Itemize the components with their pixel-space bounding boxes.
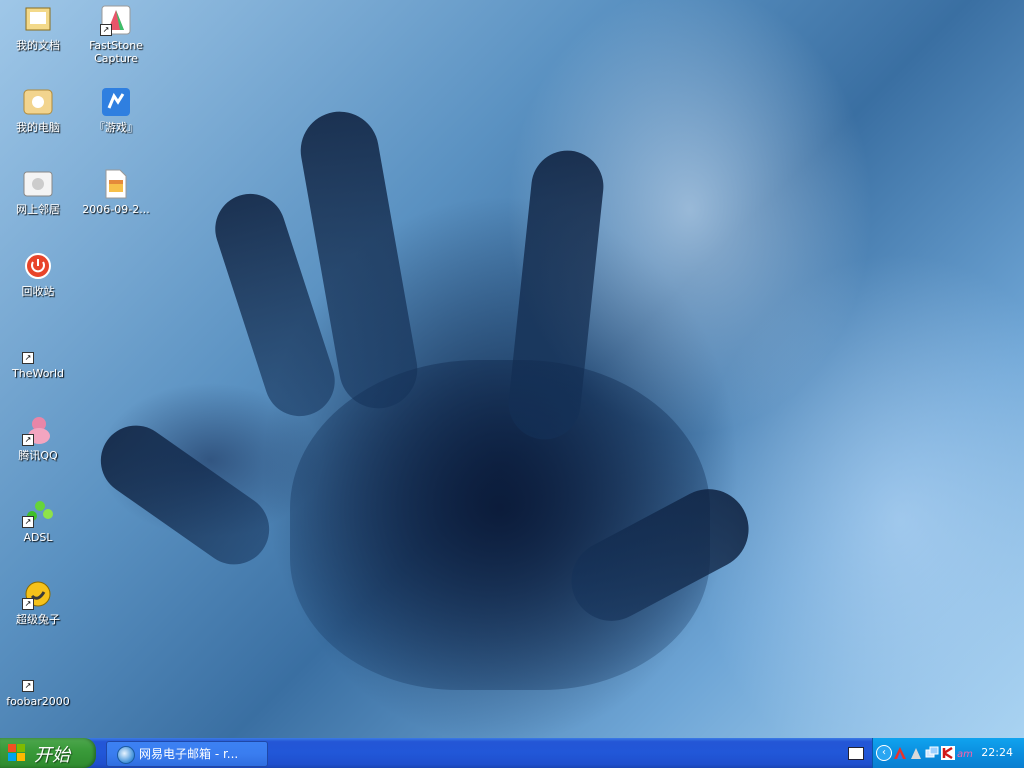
desktop-icon-label: TheWorld bbox=[12, 367, 64, 380]
taskbar-window-title: 网易电子邮箱 - r... bbox=[139, 747, 239, 761]
desktop-icon-my-computer[interactable]: 我的电脑 bbox=[0, 86, 76, 134]
recycle-bin-icon bbox=[22, 250, 54, 282]
desktop-icon-label: ADSL bbox=[23, 531, 53, 544]
tray-app-icon-3[interactable]: am bbox=[957, 745, 977, 760]
shortcut-arrow-icon: ↗ bbox=[22, 598, 34, 610]
keyboard-icon[interactable] bbox=[848, 747, 864, 760]
show-hidden-icons-button[interactable]: ‹ bbox=[876, 745, 892, 761]
desktop-icon-adsl[interactable]: ↗ ADSL bbox=[0, 496, 76, 544]
network-connection-icon[interactable] bbox=[925, 745, 939, 759]
desktop-icon-label: 我的电脑 bbox=[16, 121, 60, 134]
shortcut-arrow-icon: ↗ bbox=[100, 24, 112, 36]
super-rabbit-icon: ↗ bbox=[22, 578, 54, 610]
desktop-icon-label: 2006-09-2... bbox=[82, 203, 150, 216]
theworld-browser-icon: ↗ bbox=[22, 332, 54, 364]
games-folder-icon bbox=[100, 86, 132, 118]
desktop-icon-label: 回收站 bbox=[21, 285, 55, 298]
desktop-icon-my-documents[interactable]: 我的文档 bbox=[0, 4, 76, 52]
desktop-icon-games-folder[interactable]: 『游戏』 bbox=[78, 86, 154, 134]
clock[interactable]: 22:24 bbox=[981, 746, 1013, 759]
start-button[interactable]: 开始 bbox=[0, 738, 96, 768]
svg-text:am: am bbox=[957, 749, 973, 760]
tray-app-icon-1[interactable] bbox=[893, 745, 907, 759]
desktop[interactable]: 我的文档 我的电脑 网上邻居 回收站 ↗ TheWorld ↗ 腾讯QQ ↗ A… bbox=[0, 0, 1024, 738]
shortcut-arrow-icon: ↗ bbox=[22, 434, 34, 446]
shortcut-arrow-icon: ↗ bbox=[22, 352, 34, 364]
antivirus-icon[interactable] bbox=[941, 745, 955, 760]
file-icon bbox=[100, 168, 132, 200]
desktop-icon-label: FastStone Capture bbox=[89, 39, 143, 65]
faststone-capture-icon: ↗ bbox=[100, 4, 132, 36]
shortcut-arrow-icon: ↗ bbox=[22, 516, 34, 528]
desktop-icon-faststone-capture[interactable]: ↗ FastStone Capture bbox=[78, 4, 154, 65]
desktop-icon-label: 超级兔子 bbox=[16, 613, 60, 626]
email-window-icon bbox=[117, 746, 135, 764]
network-places-icon bbox=[22, 168, 54, 200]
foobar2000-icon: ↗ bbox=[22, 660, 54, 692]
desktop-icon-label: foobar2000 bbox=[6, 695, 70, 708]
desktop-icon-label: 网上邻居 bbox=[16, 203, 60, 216]
taskbar-window-button[interactable]: 网易电子邮箱 - r... bbox=[106, 741, 268, 767]
desktop-icon-label: 『游戏』 bbox=[94, 121, 138, 134]
system-tray: ‹ am 22:24 bbox=[872, 738, 1024, 768]
desktop-icon-recycle-bin[interactable]: 回收站 bbox=[0, 250, 76, 298]
wallpaper-finger bbox=[87, 411, 283, 579]
my-computer-icon bbox=[22, 86, 54, 118]
desktop-icon-network-places[interactable]: 网上邻居 bbox=[0, 168, 76, 216]
tray-app-icon-2[interactable] bbox=[909, 745, 923, 759]
windows-logo-icon bbox=[8, 744, 25, 761]
qq-icon: ↗ bbox=[22, 414, 54, 446]
desktop-icon-label: 我的文档 bbox=[16, 39, 60, 52]
start-label: 开始 bbox=[34, 745, 70, 766]
shortcut-arrow-icon: ↗ bbox=[22, 680, 34, 692]
desktop-icon-foobar2000[interactable]: ↗ foobar2000 bbox=[0, 660, 76, 708]
my-documents-icon bbox=[22, 4, 54, 36]
desktop-icon-label: 腾讯QQ bbox=[18, 449, 58, 462]
taskbar: 开始 网易电子邮箱 - r... ‹ am 22:24 bbox=[0, 738, 1024, 768]
desktop-icon-super-rabbit[interactable]: ↗ 超级兔子 bbox=[0, 578, 76, 626]
adsl-icon: ↗ bbox=[22, 496, 54, 528]
desktop-icon-theworld[interactable]: ↗ TheWorld bbox=[0, 332, 76, 380]
desktop-icon-qq[interactable]: ↗ 腾讯QQ bbox=[0, 414, 76, 462]
desktop-icon-file[interactable]: 2006-09-2... bbox=[78, 168, 154, 216]
